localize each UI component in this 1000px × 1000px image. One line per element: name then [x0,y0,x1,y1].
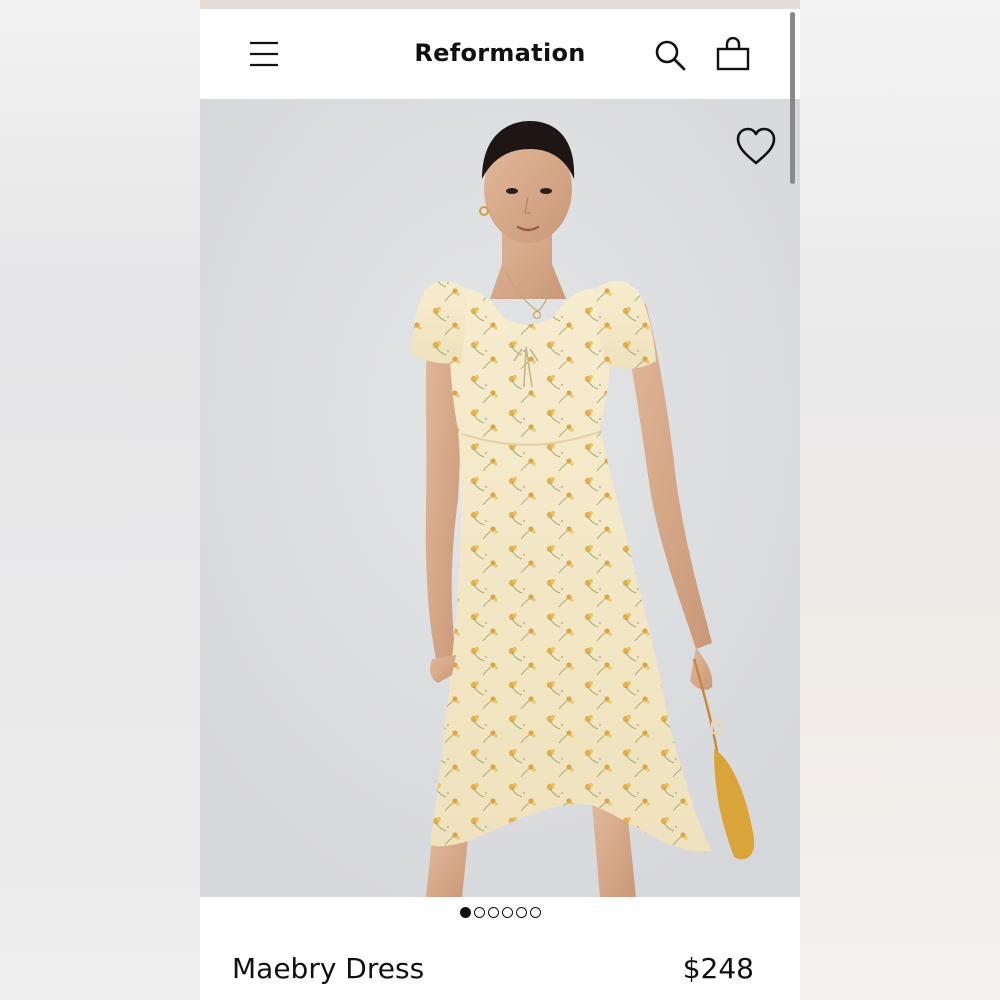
carousel-dot[interactable] [459,907,471,918]
background-blur-left [0,0,200,1000]
site-header: Reformation [200,9,800,99]
carousel-dot[interactable] [501,907,513,918]
scrollbar[interactable] [790,12,795,184]
carousel-indicator [200,907,800,927]
model-illustration [200,99,800,897]
hamburger-menu-icon[interactable] [248,39,280,69]
carousel-dot[interactable] [487,907,499,918]
shopping-bag-icon[interactable] [715,36,751,73]
carousel-dot[interactable] [473,907,485,918]
carousel-dot[interactable] [515,907,527,918]
product-name[interactable]: Maebry Dress [232,952,424,985]
background-blur-right [800,0,1000,1000]
product-image[interactable] [200,99,800,897]
carousel-dot[interactable] [529,907,541,918]
search-icon[interactable] [652,37,688,73]
status-strip [200,0,800,9]
brand-logo[interactable]: Reformation [200,39,800,67]
product-price: $248 [682,952,754,985]
phone-screen: Reformation Maebry Dress $248 [200,0,800,1000]
heart-outline-icon[interactable] [734,127,778,167]
